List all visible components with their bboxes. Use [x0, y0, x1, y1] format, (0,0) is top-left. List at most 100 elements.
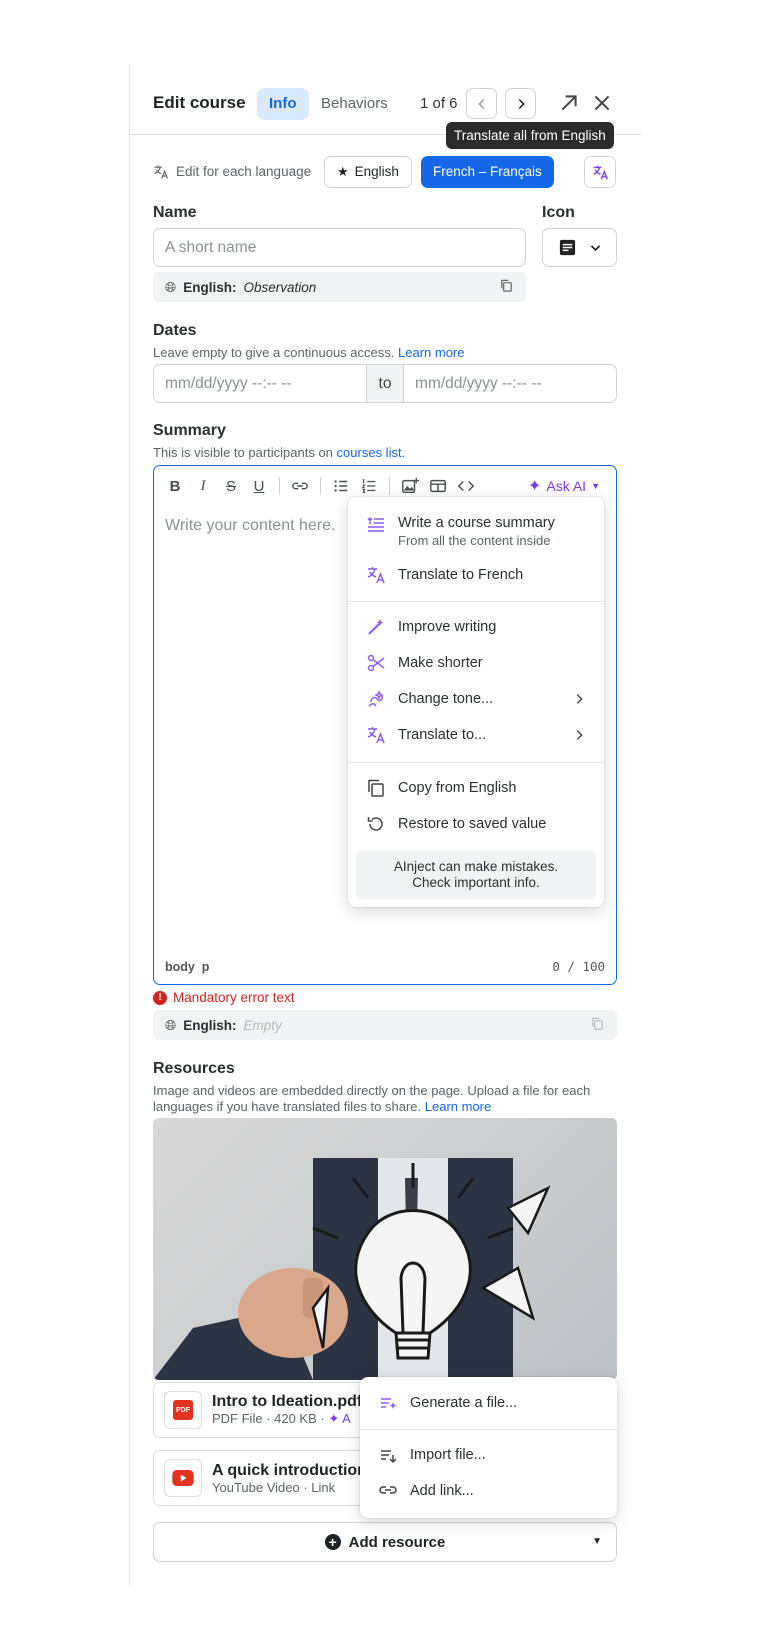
expand-button[interactable]	[558, 92, 580, 114]
globe-icon: 🌐︎	[165, 1016, 177, 1033]
bullet-list-icon[interactable]	[330, 475, 352, 497]
star-icon: ★	[337, 164, 349, 179]
caret-down-icon: ▼	[591, 481, 600, 491]
icon-select[interactable]	[542, 228, 617, 267]
dates-learn-more-link[interactable]: Learn more	[398, 345, 464, 360]
sparkle-icon: ✦	[527, 478, 542, 495]
chevron-right-icon	[518, 98, 525, 109]
prev-button[interactable]	[466, 88, 497, 119]
tab-behaviors[interactable]: Behaviors	[309, 88, 400, 120]
pdf-badge: PDF	[173, 1400, 193, 1420]
menu-divider	[348, 762, 604, 763]
menu-item-restore-saved[interactable]: Restore to saved value	[366, 814, 586, 834]
menu-item-add-link[interactable]: Add link...	[378, 1481, 598, 1501]
french-language-button[interactable]: French – Français	[421, 156, 554, 188]
image-icon[interactable]	[399, 475, 421, 497]
menu-item-label: Add link...	[410, 1483, 474, 1499]
table-icon[interactable]	[427, 475, 449, 497]
resource-title: Intro to Ideation.pdf	[212, 1393, 363, 1410]
character-count: 0 / 100	[552, 959, 605, 974]
dates-hint: Leave empty to give a continuous access.…	[153, 345, 464, 360]
link-icon	[379, 1486, 397, 1494]
end-date-input[interactable]: mm/dd/yyyy --:-- --	[404, 365, 616, 402]
bold-icon[interactable]: B	[164, 475, 186, 497]
menu-item-label: Import file...	[410, 1447, 486, 1463]
edit-each-language-label: Edit for each language	[176, 164, 312, 179]
icon-label: Icon	[542, 204, 575, 221]
resource-text: Intro to Ideation.pdf PDF File · 420 KB …	[212, 1393, 362, 1427]
english-label: English	[354, 164, 399, 179]
code-icon[interactable]	[455, 475, 477, 497]
tab-info[interactable]: Info	[257, 88, 309, 120]
menu-item-label: Change tone...	[398, 691, 494, 707]
menu-item-translate-french[interactable]: Translate to French	[366, 565, 586, 585]
summary-hint: This is visible to participants on cours…	[153, 445, 405, 460]
menu-item-label: Generate a file...	[410, 1395, 518, 1411]
next-button[interactable]	[505, 88, 536, 119]
english-language-button[interactable]: ★ English	[324, 156, 412, 188]
globe-icon: 🌐︎	[165, 278, 177, 295]
add-resource-button[interactable]: + Add resource ▼	[153, 1522, 617, 1562]
date-separator: to	[366, 365, 404, 402]
ask-ai-button[interactable]: ✦ Ask AI ▼	[528, 476, 600, 496]
name-label: Name	[153, 204, 197, 221]
underline-icon[interactable]: U	[248, 475, 270, 497]
add-resource-menu: Generate a file... Import file... Add li…	[360, 1377, 617, 1518]
menu-item-label: Make shorter	[398, 655, 483, 671]
pager-label: 1 of 6	[420, 95, 458, 112]
chevron-left-icon	[477, 98, 484, 109]
arrow-up-right-icon	[561, 95, 577, 111]
resource-title: A quick introduction	[212, 1461, 367, 1479]
copy-icon[interactable]	[499, 278, 514, 296]
menu-item-copy-english[interactable]: Copy from English	[366, 778, 586, 798]
menu-item-label: Translate to...	[398, 727, 487, 743]
caret-down-icon[interactable]: ▼	[592, 1536, 602, 1547]
ai-translate-icon	[367, 567, 385, 584]
menu-divider	[348, 601, 604, 602]
copy-icon	[368, 779, 384, 797]
name-placeholder: A short name	[165, 238, 257, 256]
translate-all-button[interactable]	[584, 156, 616, 188]
start-date-input[interactable]: mm/dd/yyyy --:-- --	[154, 365, 366, 402]
translation-prefix: English:	[183, 279, 237, 295]
resources-learn-more-link[interactable]: Learn more	[425, 1099, 491, 1114]
menu-item-label: Restore to saved value	[398, 816, 547, 832]
strikethrough-icon[interactable]: S	[220, 475, 242, 497]
toolbar-separator	[320, 477, 321, 495]
menu-item-change-tone[interactable]: Change tone...	[366, 689, 586, 709]
menu-item-make-shorter[interactable]: Make shorter	[366, 653, 586, 673]
error-text: Mandatory error text	[173, 990, 295, 1005]
menu-item-write-summary[interactable]: Write a course summary From all the cont…	[366, 515, 586, 548]
plus-circle-icon: +	[324, 1534, 341, 1550]
close-button[interactable]	[591, 92, 613, 114]
courses-list-link[interactable]: courses list	[337, 445, 402, 460]
resource-subtitle: YouTube Video · Link	[212, 1479, 336, 1495]
resources-hint: Image and videos are embedded directly o…	[153, 1083, 603, 1115]
summary-hint-text: This is visible to participants on	[153, 445, 333, 460]
menu-item-label: Copy from English	[398, 780, 517, 796]
italic-icon[interactable]: I	[192, 475, 214, 497]
translate-icon	[367, 727, 385, 744]
link-icon[interactable]	[289, 475, 311, 497]
name-input[interactable]: A short name	[153, 228, 526, 267]
menu-item-translate-to[interactable]: Translate to...	[366, 725, 586, 745]
editor-element-path: body p	[165, 960, 210, 974]
summary-label: Summary	[153, 422, 226, 439]
menu-item-label: Improve writing	[398, 619, 497, 635]
toolbar-separator	[389, 477, 390, 495]
dates-label: Dates	[153, 322, 197, 339]
scissors-icon	[367, 654, 385, 672]
magic-wand-icon	[368, 619, 384, 635]
translate-icon	[153, 164, 169, 185]
add-resource-label: Add resource	[348, 1533, 446, 1551]
panel-title: Edit course	[153, 93, 246, 112]
menu-divider	[360, 1429, 617, 1430]
dates-hint-text: Leave empty to give a continuous access.	[153, 345, 395, 360]
menu-item-import-file[interactable]: Import file...	[378, 1445, 598, 1465]
numbered-list-icon[interactable]	[358, 475, 380, 497]
ai-file-icon	[381, 1398, 397, 1409]
resource-text: A quick introduction YouTube Video · Lin…	[212, 1462, 367, 1495]
menu-item-improve-writing[interactable]: Improve writing	[366, 617, 586, 637]
menu-item-generate-file[interactable]: Generate a file...	[378, 1393, 598, 1413]
date-range-field: mm/dd/yyyy --:-- -- to mm/dd/yyyy --:-- …	[153, 364, 617, 403]
